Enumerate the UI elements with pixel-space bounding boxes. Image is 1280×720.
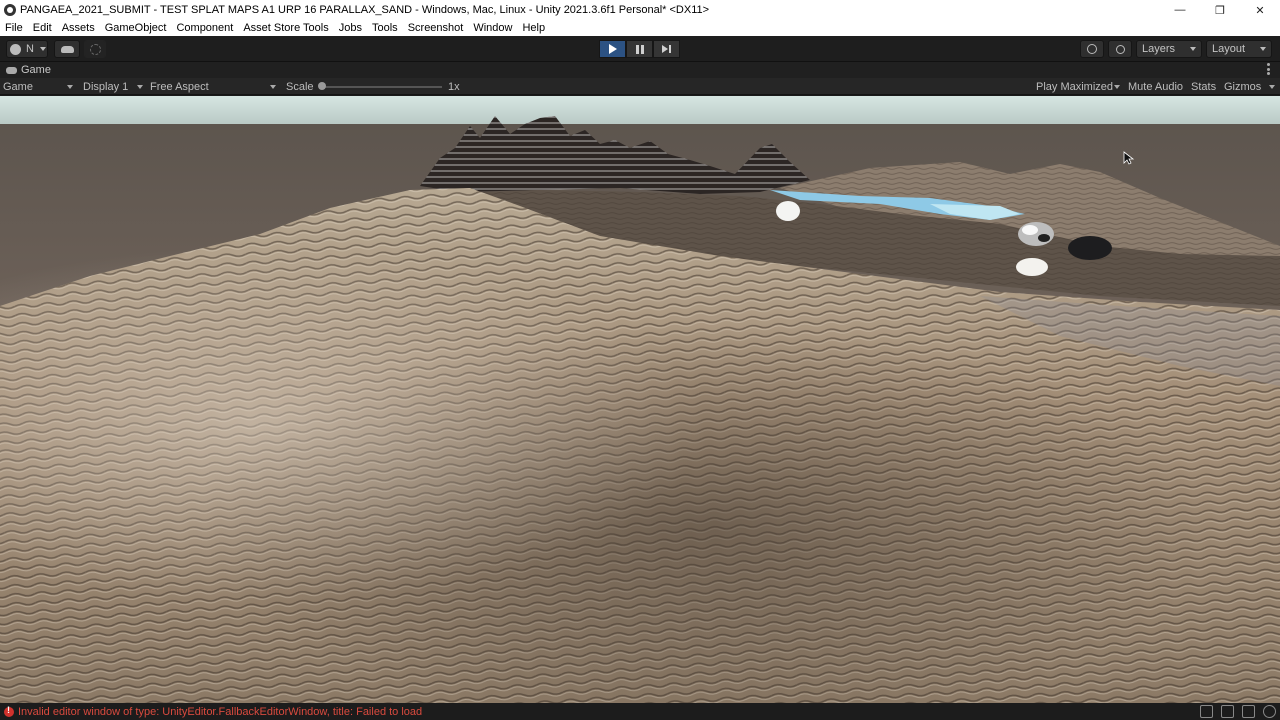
console-status-message[interactable]: Invalid editor window of type: UnityEdit… — [18, 706, 422, 718]
unity-logo-icon — [4, 4, 16, 16]
menu-file[interactable]: File — [0, 22, 28, 34]
check-icon[interactable] — [1263, 705, 1276, 718]
account-icon — [10, 43, 21, 55]
game-view-controls: Game Display 1 Free Aspect Scale 1x Play… — [0, 78, 1280, 95]
chevron-down-icon — [67, 84, 73, 89]
game-tab-bar: Game — [0, 62, 1280, 78]
error-icon — [4, 705, 14, 717]
display-select-label: Display 1 — [83, 80, 129, 93]
play-controls — [599, 40, 680, 58]
chevron-down-icon — [1260, 47, 1266, 51]
status-bar: Invalid editor window of type: UnityEdit… — [0, 703, 1280, 720]
menu-assets[interactable]: Assets — [57, 22, 100, 34]
chevron-down-icon — [270, 84, 276, 89]
play-maximized-label: Play Maximized — [1036, 80, 1114, 93]
account-label: N — [26, 43, 34, 55]
search-button[interactable] — [1108, 40, 1132, 58]
layout-label: Layout — [1212, 43, 1246, 55]
search-icon — [1115, 44, 1125, 54]
aspect-select-label: Free Aspect — [150, 80, 209, 93]
menu-tools[interactable]: Tools — [367, 22, 403, 34]
terrain-render — [0, 96, 1280, 703]
view-select-label: Game — [3, 80, 33, 93]
main-toolbar: N Layers Layout — [0, 36, 1280, 62]
progress-icon[interactable] — [1221, 705, 1234, 718]
gizmos-toggle[interactable]: Gizmos — [1221, 79, 1278, 94]
play-button[interactable] — [599, 40, 626, 58]
window-title-bar: PANGAEA_2021_SUBMIT - TEST SPLAT MAPS A1… — [0, 0, 1280, 20]
step-button[interactable] — [653, 40, 680, 58]
display-select[interactable]: Display 1 — [80, 79, 146, 94]
maximize-button[interactable]: ❐ — [1200, 0, 1240, 20]
account-dropdown[interactable]: N — [6, 40, 48, 58]
chevron-down-icon — [1114, 84, 1120, 89]
play-maximized-toggle[interactable]: Play Maximized — [1033, 79, 1123, 94]
menu-help[interactable]: Help — [517, 22, 550, 34]
mute-audio-toggle[interactable]: Mute Audio — [1128, 79, 1183, 94]
chevron-down-icon — [137, 84, 143, 89]
history-icon — [1087, 44, 1097, 54]
step-icon — [662, 45, 671, 53]
layers-label: Layers — [1142, 43, 1176, 55]
scale-slider-track[interactable] — [322, 86, 442, 88]
menu-screenshot[interactable]: Screenshot — [403, 22, 469, 34]
gamepad-icon — [6, 66, 17, 74]
chevron-down-icon — [39, 47, 46, 51]
aspect-select[interactable]: Free Aspect — [147, 79, 279, 94]
view-select[interactable]: Game — [0, 79, 76, 94]
tab-menu-icon[interactable] — [1267, 63, 1270, 75]
scale-label: Scale — [286, 80, 314, 93]
network-icon[interactable] — [1242, 705, 1255, 718]
menu-component[interactable]: Component — [171, 22, 238, 34]
chevron-down-icon — [1269, 84, 1275, 89]
menu-asset-store-tools[interactable]: Asset Store Tools — [238, 22, 333, 34]
menu-bar: File Edit Assets GameObject Component As… — [0, 20, 1280, 36]
tab-game-label: Game — [21, 64, 51, 76]
collab-icon — [89, 43, 101, 55]
close-button[interactable]: ✕ — [1240, 0, 1280, 20]
scale-value: 1x — [448, 80, 460, 93]
gizmos-label: Gizmos — [1224, 80, 1262, 93]
chevron-down-icon — [1190, 47, 1196, 51]
pause-button[interactable] — [626, 40, 653, 58]
cloud-icon — [60, 45, 74, 53]
play-icon — [608, 44, 617, 54]
game-viewport[interactable] — [0, 96, 1280, 703]
menu-jobs[interactable]: Jobs — [334, 22, 367, 34]
history-button[interactable] — [1080, 40, 1104, 58]
menu-window[interactable]: Window — [468, 22, 517, 34]
menu-edit[interactable]: Edit — [28, 22, 57, 34]
layers-dropdown[interactable]: Layers — [1136, 40, 1202, 58]
tab-game[interactable]: Game — [0, 64, 51, 76]
status-icons — [1200, 705, 1276, 718]
stats-toggle[interactable]: Stats — [1191, 79, 1216, 94]
window-title: PANGAEA_2021_SUBMIT - TEST SPLAT MAPS A1… — [20, 4, 710, 16]
bug-icon[interactable] — [1200, 705, 1213, 718]
scale-slider-handle[interactable] — [318, 82, 326, 90]
minimize-button[interactable]: — — [1160, 0, 1200, 20]
collab-button[interactable] — [84, 40, 106, 58]
cloud-button[interactable] — [54, 40, 80, 58]
pause-icon — [635, 44, 644, 54]
window-controls: — ❐ ✕ — [1160, 0, 1280, 20]
layout-dropdown[interactable]: Layout — [1206, 40, 1272, 58]
menu-gameobject[interactable]: GameObject — [100, 22, 172, 34]
